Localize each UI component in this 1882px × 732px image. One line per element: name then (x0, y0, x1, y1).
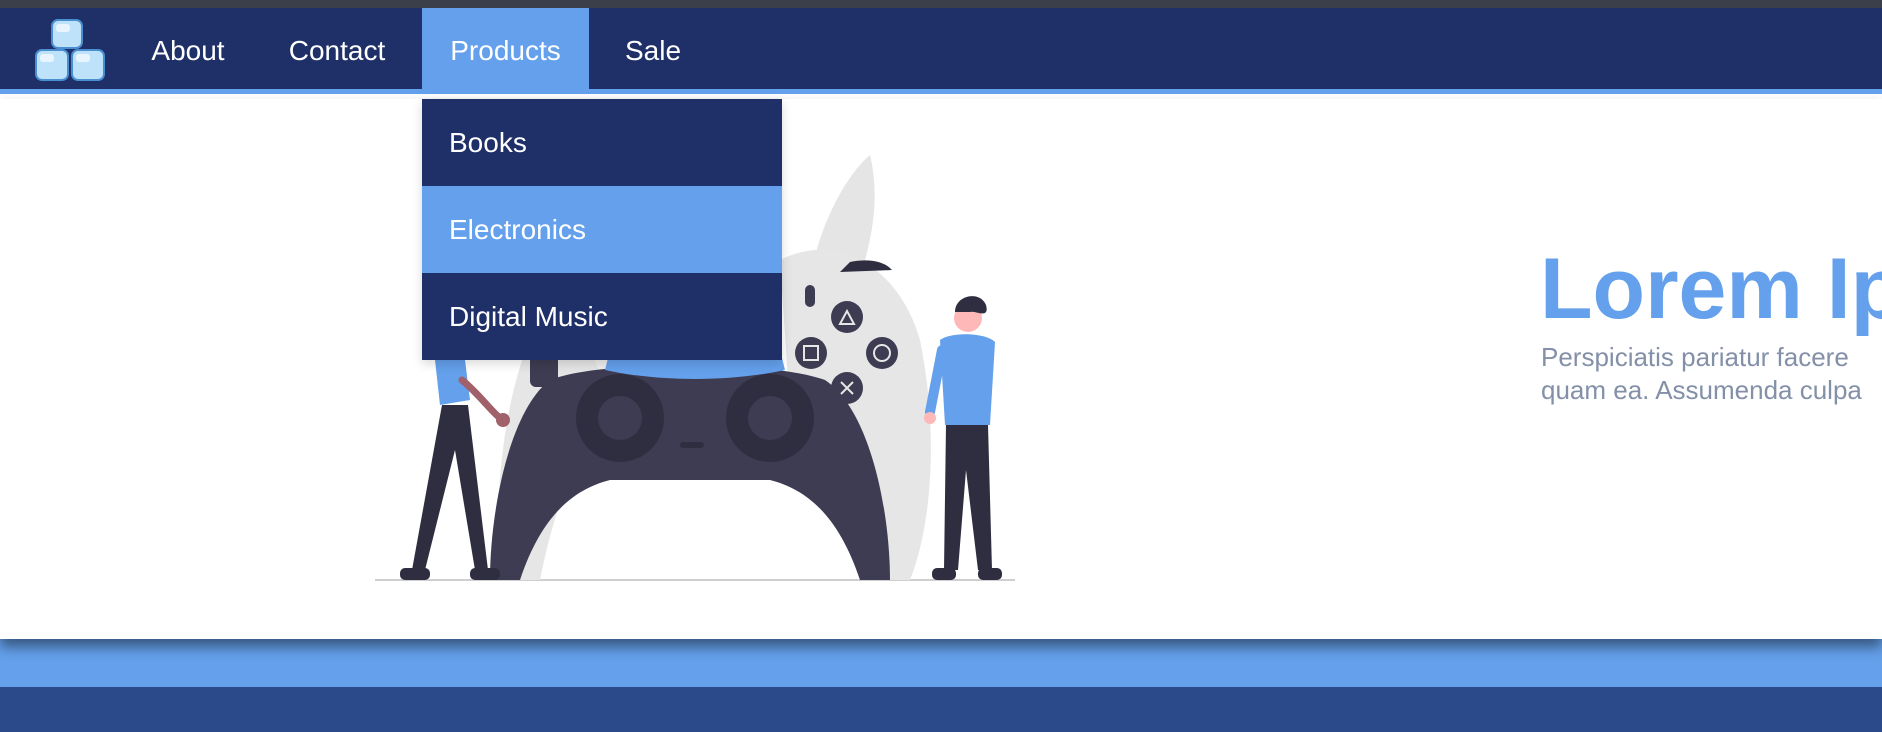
footer-section (0, 687, 1882, 732)
accent-band (0, 639, 1882, 687)
ice-cubes-logo-icon[interactable] (32, 16, 112, 90)
nav-item-products[interactable]: Products (422, 8, 589, 94)
nav-item-contact[interactable]: Contact (270, 8, 404, 94)
main-navbar: About Contact Products Sale (0, 8, 1882, 94)
products-dropdown-menu: Books Electronics Digital Music (422, 99, 782, 360)
dropdown-item-electronics[interactable]: Electronics (422, 186, 782, 273)
dropdown-item-books[interactable]: Books (422, 99, 782, 186)
hero-description-line-1: Perspiciatis pariatur facere (1541, 342, 1849, 372)
hero-description: Perspiciatis pariatur facere quam ea. As… (1541, 341, 1882, 407)
browser-top-strip (0, 0, 1882, 8)
hero-title: Lorem Ip (1540, 241, 1882, 337)
nav-item-sale[interactable]: Sale (608, 8, 698, 94)
nav-item-about[interactable]: About (132, 8, 244, 94)
hero-description-line-2: quam ea. Assumenda culpa (1541, 375, 1862, 405)
dropdown-item-digital-music[interactable]: Digital Music (422, 273, 782, 360)
